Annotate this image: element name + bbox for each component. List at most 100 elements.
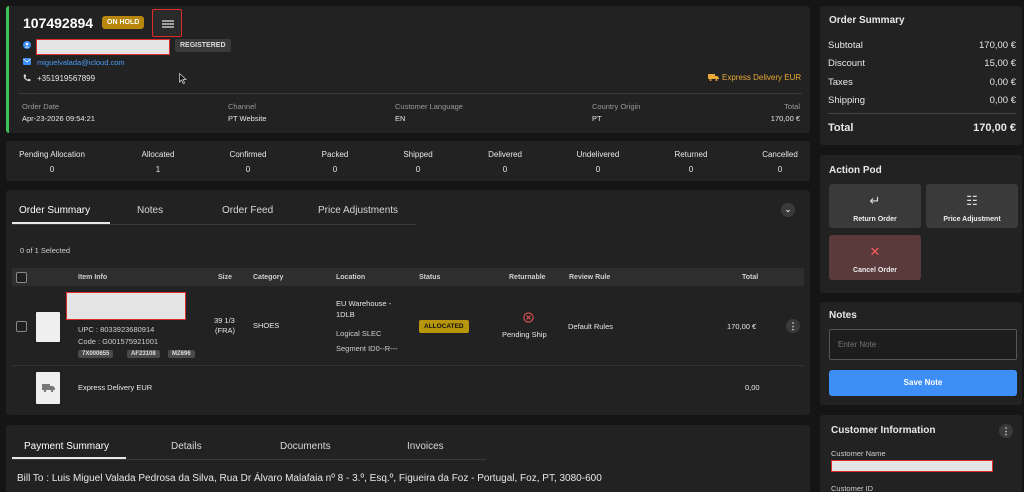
status-delivered: Delivered 0	[488, 150, 522, 174]
redacted-customer-name	[36, 39, 170, 55]
tab-details[interactable]: Details	[171, 441, 202, 452]
tab-order-feed[interactable]: Order Feed	[222, 205, 273, 216]
item-chip-2: AF23108	[127, 350, 160, 358]
item-thumbnail	[36, 312, 60, 342]
order-date-value: Apr-23-2026 09:54:21	[22, 114, 95, 123]
item-total: 170,00 €	[727, 322, 757, 331]
total-value: 170,00 €	[770, 114, 800, 123]
tab-invoices[interactable]: Invoices	[407, 441, 444, 452]
select-all-checkbox[interactable]	[16, 272, 27, 283]
selection-count: 0 of 1 Selected	[20, 246, 71, 255]
status-cancelled: Cancelled 0	[762, 150, 798, 174]
item-category: SHOES	[253, 321, 280, 330]
payment-card: Payment Summary Details Documents Invoic…	[6, 425, 810, 492]
language-value: EN	[395, 114, 406, 123]
mail-icon	[23, 58, 31, 65]
row-divider	[12, 365, 804, 366]
item-size: 39 1/3	[214, 316, 235, 325]
redacted-customer-name-value	[831, 460, 993, 472]
bottom-tabs-divider	[12, 459, 486, 460]
item-location-segment: Segment ID0--R---	[336, 344, 398, 353]
item-location-line2: 1DLB	[336, 310, 355, 319]
return-arrow-icon: ↵	[869, 193, 881, 208]
customer-name-label: Customer Name	[831, 449, 886, 458]
mouse-cursor-icon	[179, 73, 187, 84]
cancel-order-button[interactable]: ✕ Cancel Order	[829, 235, 921, 280]
country-value: PT	[592, 114, 602, 123]
order-number: 107492894	[23, 15, 94, 31]
status-allocated: Allocated 1	[141, 150, 175, 174]
action-pod-card: Action Pod ↵ Return Order ☷ Price Adjust…	[820, 155, 1022, 293]
bill-to-address: Bill To : Luis Miguel Valada Pedrosa da …	[17, 473, 602, 484]
summary-title: Order Summary	[829, 15, 905, 26]
tab-notes[interactable]: Notes	[137, 205, 163, 216]
phone-icon	[23, 74, 31, 82]
menu-lines-icon	[162, 20, 174, 28]
tab-payment-summary[interactable]: Payment Summary	[24, 441, 109, 452]
col-item-info: Item Info	[78, 274, 108, 281]
status-pending-allocation: Pending Allocation 0	[19, 150, 85, 174]
item-location-logical: Logical SLEC	[336, 329, 382, 338]
item-location-line1: EU Warehouse -	[336, 299, 392, 308]
item-returnable: Pending Ship	[502, 330, 547, 339]
col-category: Category	[253, 274, 284, 281]
more-vertical-icon: ⋮	[1001, 426, 1011, 436]
summary-taxes: Taxes 0,00 €	[828, 77, 1016, 88]
language-label: Customer Language	[395, 102, 463, 111]
close-icon: ✕	[869, 244, 881, 259]
shipping-total: 0,00	[745, 383, 760, 392]
item-upc: UPC : 8033923680914	[78, 325, 155, 334]
item-review-rule: Default Rules	[568, 322, 614, 331]
on-hold-badge: ON HOLD	[102, 16, 145, 29]
summary-subtotal: Subtotal 170,00 €	[828, 40, 1016, 51]
redacted-item-name	[66, 292, 186, 320]
summary-total: Total 170,00 €	[828, 122, 1016, 134]
price-adjustment-button[interactable]: ☷ Price Adjustment	[926, 184, 1018, 228]
tab-documents[interactable]: Documents	[280, 441, 331, 452]
tab-order-summary[interactable]: Order Summary	[19, 205, 90, 216]
order-menu-button[interactable]	[152, 9, 182, 37]
customer-email-link[interactable]: miguelvalada@icloud.com	[37, 58, 125, 67]
tab-price-adjustments[interactable]: Price Adjustments	[318, 205, 398, 216]
collapse-toggle-button[interactable]: ⌄	[781, 203, 795, 217]
customer-actions-button[interactable]: ⋮	[999, 424, 1013, 438]
status-packed: Packed 0	[321, 150, 349, 174]
tabs-divider	[12, 224, 416, 225]
customer-info-card: Customer Information ⋮ Customer Name Cus…	[820, 415, 1022, 492]
item-status-badge: ALLOCATED	[419, 320, 469, 333]
header-divider	[18, 93, 802, 94]
item-actions-button[interactable]: ⋮	[786, 319, 800, 333]
order-summary-card: Order Summary Subtotal 170,00 € Discount 1…	[820, 6, 1022, 145]
more-vertical-icon: ⋮	[788, 321, 798, 331]
notes-title: Notes	[829, 310, 857, 321]
action-pod-title: Action Pod	[829, 165, 882, 176]
notes-card: Notes Save Note	[820, 302, 1022, 405]
channel-label: Channel	[228, 102, 256, 111]
chevron-down-icon: ⌄	[784, 205, 792, 214]
order-date-label: Order Date	[22, 102, 60, 111]
return-order-button[interactable]: ↵ Return Order	[829, 184, 921, 228]
table-header-row	[12, 268, 804, 286]
item-row-checkbox[interactable]	[16, 321, 27, 332]
summary-shipping: Shipping 0,00 €	[828, 95, 1016, 106]
status-accent-bar	[6, 6, 9, 133]
delivery-method: Express Delivery EUR	[722, 73, 802, 82]
col-size: Size	[218, 274, 233, 281]
channel-value: PT Website	[228, 114, 267, 123]
col-status: Status	[419, 274, 441, 281]
note-input[interactable]	[829, 329, 1017, 360]
country-label: Country Origin	[592, 102, 641, 111]
order-items-card: Order Summary Notes Order Feed Price Adj…	[6, 190, 810, 415]
customer-phone: +351919567899	[37, 74, 96, 83]
col-location: Location	[336, 274, 366, 281]
truck-icon	[42, 384, 55, 393]
summary-discount: Discount 15,00 €	[828, 58, 1016, 69]
shipping-thumbnail	[36, 372, 60, 404]
total-label: Total	[784, 102, 800, 111]
sliders-icon: ☷	[966, 193, 978, 208]
customer-id-label: Customer ID	[831, 484, 874, 492]
status-undelivered: Undelivered 0	[576, 150, 620, 174]
status-returned: Returned 0	[674, 150, 708, 174]
summary-divider	[828, 113, 1016, 114]
save-note-button[interactable]: Save Note	[829, 370, 1017, 396]
